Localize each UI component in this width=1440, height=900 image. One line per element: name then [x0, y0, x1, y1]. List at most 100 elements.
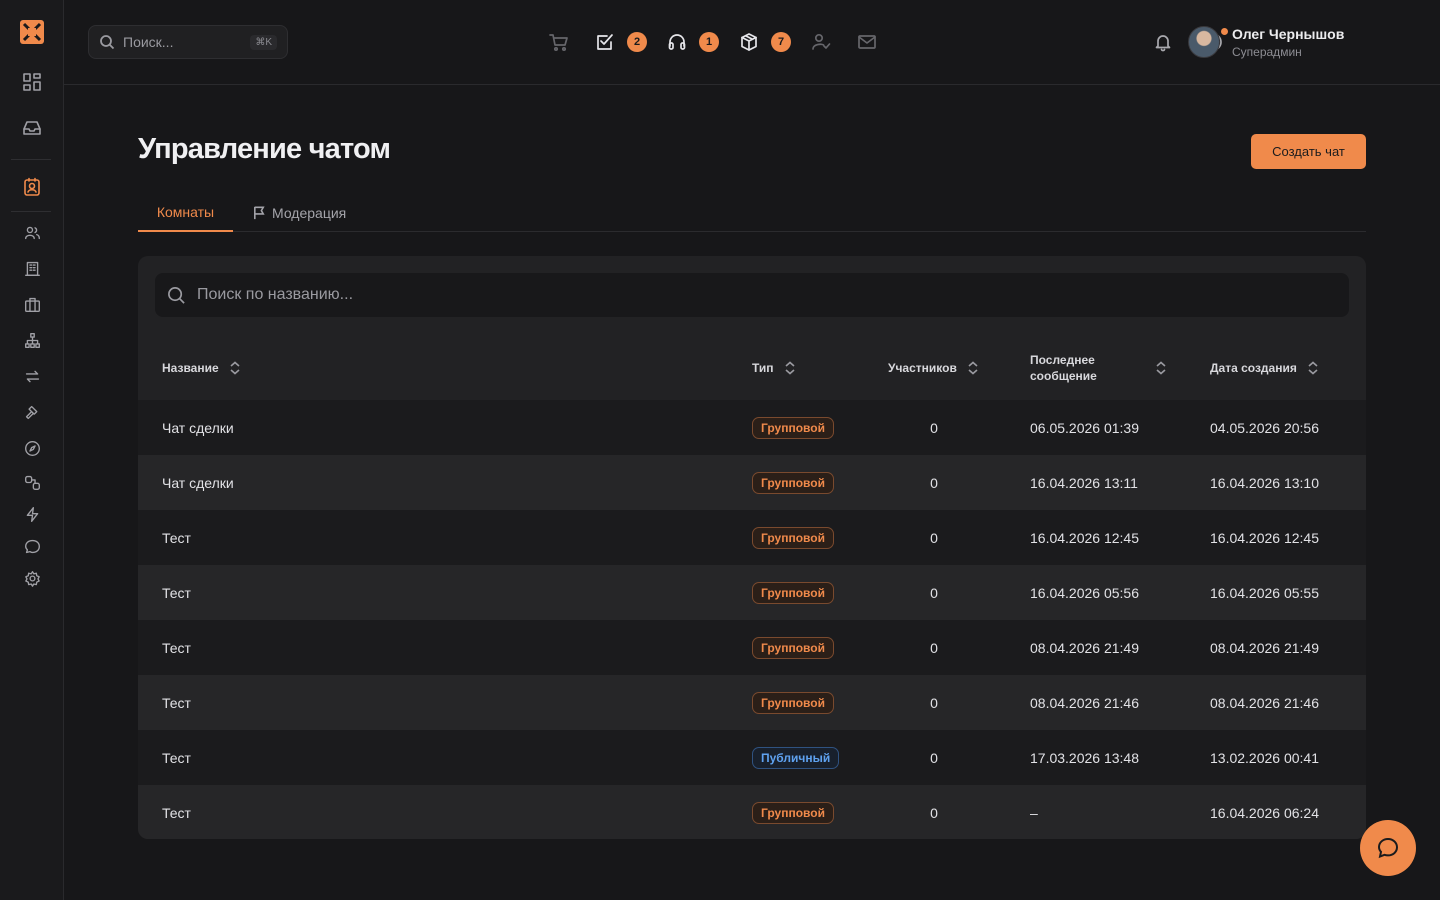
tasks-count-badge: 2 — [627, 32, 647, 52]
tab-moderation-label: Модерация — [272, 204, 347, 221]
room-members-count: 0 — [930, 749, 938, 766]
compass-icon — [24, 440, 40, 456]
sort-arrows-icon — [230, 361, 240, 375]
chat-bubble-icon — [1377, 837, 1399, 859]
table-row[interactable]: Тест Групповой 0 08.04.2026 21:46 08.04.2026… — [138, 675, 1366, 730]
room-name: Чат сделки — [162, 474, 234, 491]
checkbox-tasks-icon — [597, 34, 613, 50]
search-icon — [100, 35, 115, 50]
flag-icon — [254, 206, 265, 220]
tab-moderation[interactable]: Модерация — [252, 194, 346, 231]
chat-bubble-icon — [24, 539, 40, 553]
search-shortcut-hint: ⌘K — [250, 34, 277, 50]
lightning-icon — [26, 506, 38, 522]
room-last-message-date: 06.05.2026 01:39 — [1030, 419, 1139, 436]
sidebar-item-explore[interactable] — [19, 435, 45, 461]
contact-card-icon — [24, 177, 40, 196]
tab-rooms-label: Комнаты — [156, 204, 215, 220]
room-type-cell: Публичный — [752, 730, 840, 785]
tasks-button[interactable] — [593, 30, 617, 54]
sidebar-item-integrations[interactable] — [19, 469, 45, 495]
sidebar-item-users[interactable] — [19, 219, 45, 245]
sidebar-item-portfolio[interactable] — [19, 291, 45, 317]
room-created-date: 16.04.2026 13:10 — [1210, 474, 1319, 491]
room-name: Тест — [162, 694, 191, 711]
room-type-badge: Групповой — [752, 526, 834, 549]
room-type-cell: Групповой — [752, 565, 834, 620]
room-name: Тест — [162, 749, 191, 766]
briefcase-icon — [24, 297, 40, 312]
sidebar-item-chat[interactable] — [19, 533, 45, 559]
global-search-input[interactable]: Поиск... ⌘K — [88, 25, 288, 59]
table-row[interactable]: Тест Групповой 0 08.04.2026 21:49 08.04.2026… — [138, 620, 1366, 675]
table-row[interactable]: Тест Групповой 0 – 16.04.2026 06:24 — [138, 785, 1366, 839]
building-icon — [24, 261, 40, 276]
top-header: Поиск... ⌘K 2 1 7 Олег Чернышов Суперадм… — [64, 0, 1440, 85]
table-row[interactable]: Чат сделки Групповой 0 06.05.2026 01:39 04.0… — [138, 400, 1366, 455]
room-type-cell: Групповой — [752, 675, 834, 730]
column-header-members[interactable]: Участников — [888, 352, 979, 384]
mail-button[interactable] — [855, 30, 879, 54]
cart-icon — [549, 34, 568, 52]
notifications-button[interactable] — [1151, 30, 1175, 54]
package-box-icon — [741, 33, 757, 51]
room-created-date: 13.02.2026 00:41 — [1210, 749, 1319, 766]
room-last-message-date: 16.04.2026 13:11 — [1030, 474, 1138, 491]
user-name[interactable]: Олег Чернышов — [1232, 26, 1344, 42]
global-search-placeholder: Поиск... — [123, 34, 174, 50]
sidebar-item-inbox[interactable] — [19, 115, 45, 141]
support-button[interactable] — [665, 30, 689, 54]
tab-rooms[interactable]: Комнаты — [138, 194, 233, 232]
sidebar-item-buildings[interactable] — [19, 255, 45, 281]
sidebar — [0, 0, 64, 900]
sort-arrows-icon — [1308, 361, 1318, 375]
room-created-date: 16.04.2026 06:24 — [1210, 804, 1319, 821]
tabs-bar: Комнаты Модерация — [138, 194, 1366, 232]
column-header-name[interactable]: Название — [162, 352, 241, 384]
table-row[interactable]: Тест Групповой 0 16.04.2026 05:56 16.04.2026… — [138, 565, 1366, 620]
sidebar-item-automations[interactable] — [19, 501, 45, 527]
room-type-cell: Групповой — [752, 785, 834, 839]
room-members-count: 0 — [930, 804, 938, 821]
gavel-icon — [25, 405, 37, 419]
sidebar-divider — [11, 211, 51, 212]
app-logo-icon[interactable] — [18, 18, 46, 46]
column-header-last-message[interactable]: Последнее сообщение — [1030, 352, 1167, 384]
user-verify-button[interactable] — [809, 30, 833, 54]
room-last-message-date: 08.04.2026 21:49 — [1030, 639, 1139, 656]
mail-envelope-icon — [858, 35, 876, 49]
cart-button[interactable] — [547, 30, 571, 54]
column-header-type[interactable]: Тип — [752, 352, 796, 384]
table-search-input[interactable]: Поиск по названию... — [155, 273, 1349, 317]
room-name: Тест — [162, 584, 191, 601]
packages-button[interactable] — [737, 30, 761, 54]
sidebar-item-dashboard[interactable] — [19, 69, 45, 95]
room-created-date: 04.05.2026 20:56 — [1210, 419, 1319, 436]
room-last-message-date: – — [1030, 804, 1038, 821]
room-type-cell: Групповой — [752, 510, 834, 565]
column-header-last-message-line2: сообщение — [1030, 369, 1097, 383]
user-avatar[interactable] — [1188, 26, 1220, 58]
room-type-badge: Групповой — [752, 636, 834, 659]
table-row[interactable]: Тест Публичный 0 17.03.2026 13:48 13.02.2026… — [138, 730, 1366, 785]
create-chat-button[interactable]: Создать чат — [1251, 134, 1366, 169]
room-members-count: 0 — [930, 639, 938, 656]
open-chat-fab[interactable] — [1360, 820, 1416, 876]
user-check-icon — [812, 33, 831, 50]
column-header-created[interactable]: Дата создания — [1210, 352, 1319, 384]
table-row[interactable]: Тест Групповой 0 16.04.2026 12:45 16.04.2026… — [138, 510, 1366, 565]
room-members-count: 0 — [930, 474, 938, 491]
support-count-badge: 1 — [699, 32, 719, 52]
sidebar-item-structure[interactable] — [19, 327, 45, 353]
room-last-message-date: 08.04.2026 21:46 — [1030, 694, 1139, 711]
room-last-message-date: 16.04.2026 05:56 — [1030, 584, 1139, 601]
sidebar-item-auctions[interactable] — [19, 399, 45, 425]
user-role: Суперадмин — [1232, 45, 1302, 59]
table-row[interactable]: Чат сделки Групповой 0 16.04.2026 13:11 16.0… — [138, 455, 1366, 510]
room-members-count: 0 — [930, 529, 938, 546]
sidebar-item-settings[interactable] — [19, 565, 45, 591]
room-created-date: 16.04.2026 12:45 — [1210, 529, 1319, 546]
room-type-cell: Групповой — [752, 400, 834, 455]
sidebar-item-transfers[interactable] — [19, 363, 45, 389]
sidebar-item-contacts[interactable] — [19, 174, 45, 200]
